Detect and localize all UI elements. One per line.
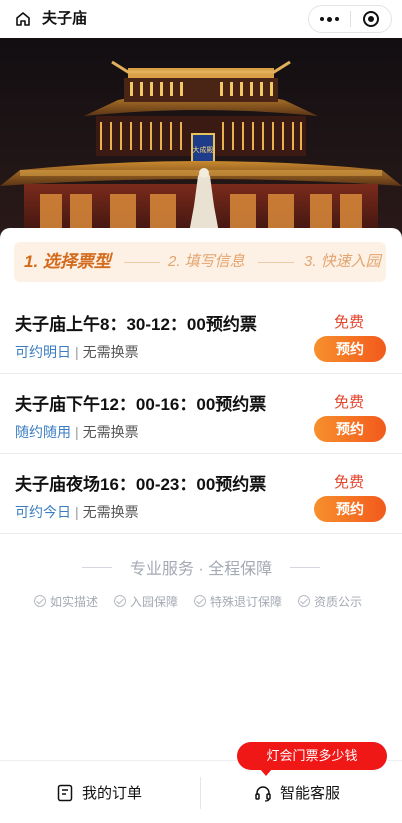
guarantee-list: 如实描述 入园保障 特殊退订保障 资质公示 (0, 592, 402, 610)
nav-bar: 夫子庙 (0, 0, 402, 38)
ticket-note: 无需换票 (82, 424, 139, 440)
meta-separator: | (75, 344, 79, 360)
ticket-item-night[interactable]: 夫子庙夜场16：00-23：00预约票 免费 可约今日 | 无需换票 预约 (0, 454, 402, 534)
booking-steps: 1. 选择票型 2. 填写信息 3. 快速入园 (14, 242, 386, 282)
ticket-availability: 可约明日 (15, 344, 71, 360)
guarantee-item: 入园保障 (114, 592, 178, 610)
more-icon[interactable] (309, 6, 350, 32)
ticket-meta: 可约明日 | 无需换票 (15, 342, 139, 362)
smart-service-label: 智能客服 (280, 785, 341, 802)
check-circle-icon (194, 595, 206, 607)
order-list-icon (57, 784, 73, 801)
ticket-card: 1. 选择票型 2. 填写信息 3. 快速入园 夫子庙上午8：30-12：00预… (0, 228, 402, 823)
step-divider (258, 262, 294, 263)
headset-icon (255, 785, 271, 802)
ticket-item-morning[interactable]: 夫子庙上午8：30-12：00预约票 免费 可约明日 | 无需换票 预约 (0, 294, 402, 374)
ticket-meta: 随约随用 | 无需换票 (15, 422, 139, 442)
bottom-divider (200, 777, 201, 809)
ticket-note: 无需换票 (82, 504, 139, 520)
plaque-text: 大成殿 (193, 145, 214, 154)
ticket-price: 免费 (333, 474, 364, 491)
check-circle-icon (298, 595, 310, 607)
guarantee-item: 如实描述 (34, 592, 98, 610)
check-circle-icon (34, 595, 46, 607)
ticket-item-afternoon[interactable]: 夫子庙下午12：00-16：00预约票 免费 随约随用 | 无需换票 预约 (0, 374, 402, 454)
guarantee-label: 特殊退订保障 (210, 594, 283, 609)
guarantee-label: 如实描述 (50, 594, 99, 609)
check-circle-icon (114, 595, 126, 607)
book-button[interactable]: 预约 (314, 336, 386, 362)
close-icon[interactable] (351, 6, 391, 32)
service-question-bubble[interactable]: 灯会门票多少钱 (237, 742, 387, 776)
meta-separator: | (75, 504, 79, 520)
my-orders-button[interactable]: 我的订单 (56, 761, 142, 823)
ticket-name: 夫子庙夜场16：00-23：00预约票 (15, 475, 267, 494)
hero-image: 大成殿 (0, 38, 402, 238)
ticket-price: 免费 (333, 394, 364, 411)
page-title: 夫子庙 (42, 10, 88, 27)
guarantee-item: 资质公示 (298, 592, 362, 610)
step-fast-entry: 3. 快速入园 (304, 253, 381, 270)
guarantee-item: 特殊退订保障 (194, 592, 282, 610)
my-orders-label: 我的订单 (82, 785, 143, 802)
ticket-meta: 可约今日 | 无需换票 (15, 502, 139, 522)
step-select-ticket: 1. 选择票型 (24, 252, 111, 271)
service-title: 专业服务 · 全程保障 (129, 561, 273, 578)
ticket-name: 夫子庙上午8：30-12：00预约票 (15, 315, 257, 334)
book-button[interactable]: 预约 (314, 416, 386, 442)
step-fill-info: 2. 填写信息 (168, 253, 245, 270)
guarantee-label: 入园保障 (130, 594, 179, 609)
book-button[interactable]: 预约 (314, 496, 386, 522)
meta-separator: | (75, 424, 79, 440)
ticket-price: 免费 (333, 314, 364, 331)
guarantee-label: 资质公示 (314, 594, 363, 609)
home-icon[interactable] (14, 10, 32, 28)
temple-illustration: 大成殿 (0, 38, 402, 238)
service-divider-right (290, 567, 320, 568)
ticket-name: 夫子庙下午12：00-16：00预约票 (15, 395, 267, 414)
mini-program-capsule (308, 5, 392, 33)
ticket-note: 无需换票 (82, 344, 139, 360)
ticket-availability: 随约随用 (15, 424, 71, 440)
step-divider (124, 262, 160, 263)
ticket-availability: 可约今日 (15, 504, 71, 520)
